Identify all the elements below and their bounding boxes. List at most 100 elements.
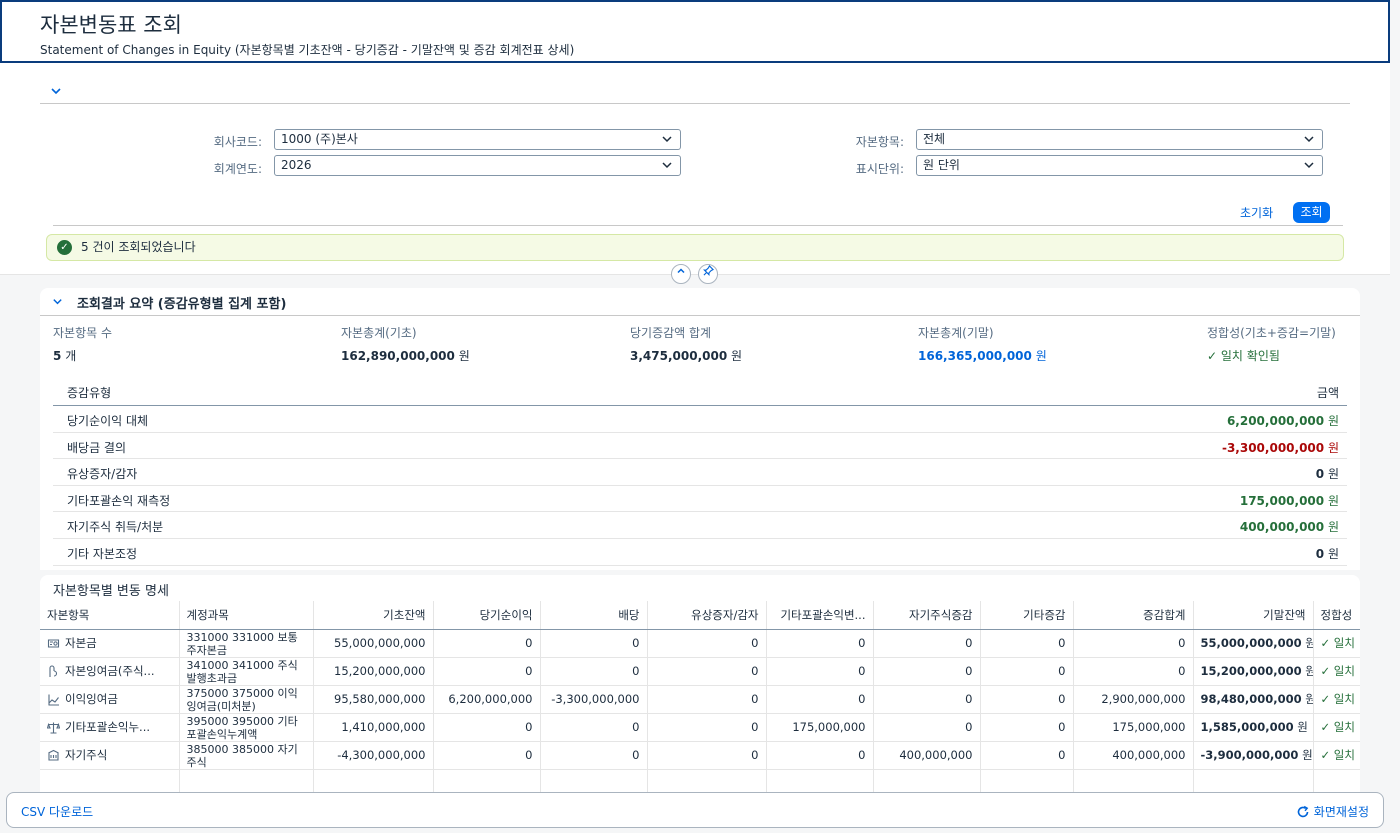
amount-cell-ni: 0: [433, 629, 541, 658]
table-row: 유상증자/감자 0 원: [53, 459, 1347, 486]
equity-item-name: 이익잉여금: [65, 692, 118, 706]
table-header-row: 자본항목 계정과목 기초잔액 당기순이익 배당 유상증자/감자 기타포괄손익변... 자기주식…: [40, 601, 1360, 630]
empty-cell: [40, 769, 180, 793]
amount-cell-other: 0: [980, 657, 1074, 686]
kpi-value: 162,890,000,000: [341, 349, 455, 363]
fiscal-year-value: 2026: [281, 158, 312, 172]
success-message-strip: ✓ 5 건이 조회되었습니다: [46, 234, 1344, 261]
amount-cell-ni: 0: [433, 713, 541, 742]
account-text: 341000 341000 주식 발행초과금: [186, 658, 298, 685]
change-type-name: 기타포괄손익 재측정: [67, 493, 171, 508]
column-header[interactable]: 배당: [540, 601, 648, 630]
column-header-amount: 금액: [1316, 386, 1339, 400]
end-balance-value: -3,900,000,000: [1200, 748, 1299, 762]
amount-cell-treasury: 0: [873, 713, 981, 742]
amount-cell-cap: 0: [647, 713, 767, 742]
column-header[interactable]: 기타증감: [980, 601, 1074, 630]
kpi-unit: 원: [1035, 349, 1047, 363]
amount-cell-oci: 0: [766, 741, 874, 770]
display-unit-label: 표시단위:: [855, 162, 904, 176]
table-row: 기타포괄손익 재측정 175,000,000 원: [53, 486, 1347, 513]
amount-unit: 원: [1327, 520, 1339, 535]
company-code-select[interactable]: 1000 (주)본사: [274, 129, 681, 150]
change-type-amount: 400,000,000: [1239, 520, 1325, 535]
table-row[interactable]: 이익잉여금 375000 375000 이익 잉여금(미처분) 95,580,000…: [40, 685, 1360, 714]
end-balance-cell: -3,900,000,000 원: [1193, 741, 1314, 770]
check-icon: ✓: [1320, 636, 1334, 650]
column-header[interactable]: 기타포괄손익변...: [766, 601, 874, 630]
equity-item-name: 자본금: [65, 636, 97, 650]
column-header[interactable]: 정합성: [1313, 601, 1360, 630]
reset-layout-button[interactable]: 화면재설정: [1296, 803, 1369, 820]
equity-item-name: 기타포괄손익누...: [65, 720, 151, 734]
equity-item-value: 전체: [923, 132, 946, 146]
kpi-label: 자본항목 수: [53, 326, 113, 340]
kpi-value: 5: [53, 349, 62, 363]
detail-panel: 자본항목별 변동 명세 자본항목 계정과목 기초잔액 당기순이익 배당 유상증자/감자 기타…: [40, 575, 1360, 793]
display-unit-select[interactable]: 원 단위: [916, 155, 1323, 176]
column-header[interactable]: 자기주식증감: [873, 601, 981, 630]
kpi-total-begin: 자본총계(기초) 162,890,000,000 원: [341, 324, 470, 364]
account-text: 375000 375000 이익 잉여금(미처분): [186, 686, 298, 713]
table-row[interactable]: 자본잉여금(주식... 341000 341000 주식 발행초과금 15,200,…: [40, 657, 1360, 686]
column-header[interactable]: 당기순이익: [433, 601, 541, 630]
pin-header-button[interactable]: [698, 264, 718, 284]
chevron-down-icon: [662, 162, 672, 169]
table-row[interactable]: 자본금 331000 331000 보통 주자본금 55,000,000,000 0 0…: [40, 629, 1360, 658]
amount-cell-other: 0: [980, 713, 1074, 742]
equity-item-cell: 자본잉여금(주식...: [40, 657, 180, 686]
column-header[interactable]: 기말잔액: [1193, 601, 1314, 630]
column-header[interactable]: 계정과목: [179, 601, 314, 630]
change-type-name: 배당금 결의: [67, 440, 127, 455]
amount-cell-treasury: 0: [873, 629, 981, 658]
equity-item-select[interactable]: 전체: [916, 129, 1323, 150]
amount-cell-other: 0: [980, 741, 1074, 770]
table-row: 배당금 결의 -3,300,000,000 원: [53, 433, 1347, 460]
change-type-name: 당기순이익 대체: [67, 414, 149, 428]
company-code-label: 회사코드:: [213, 135, 262, 149]
consistency-value: 일치: [1333, 692, 1355, 706]
page-title: 자본변동표 조회: [40, 13, 182, 37]
column-header[interactable]: 증감합계: [1073, 601, 1194, 630]
amount-cell-oci: 0: [766, 685, 874, 714]
summary-panel-header[interactable]: 조회결과 요약 (증감유형별 집계 포함): [40, 288, 1360, 316]
amount-unit: 원: [1305, 664, 1312, 678]
amount-cell-total: 2,900,000,000: [1073, 685, 1194, 714]
balance-scale-icon: [47, 722, 60, 734]
amount-cell-other: 0: [980, 685, 1074, 714]
collapse-header-button[interactable]: [671, 264, 691, 284]
divider: [40, 103, 1350, 104]
reset-filters-button[interactable]: 초기화: [1240, 204, 1273, 221]
column-header[interactable]: 자본항목: [40, 601, 180, 630]
end-balance-value: 15,200,000,000: [1200, 664, 1302, 678]
table-row[interactable]: 자기주식 385000 385000 자기 주식 -4,300,000,000 0 0 0…: [40, 741, 1360, 770]
amount-unit: 원: [1327, 546, 1339, 561]
account-text: 331000 331000 보통 주자본금: [186, 630, 298, 657]
empty-row: [40, 769, 1360, 793]
company-code-value: 1000 (주)본사: [281, 132, 358, 146]
consistency-value: 일치: [1333, 636, 1355, 650]
change-type-amount-cell: 6,200,000,000 원: [1227, 412, 1339, 429]
search-button[interactable]: 조회: [1293, 202, 1330, 223]
kpi-unit: 원: [458, 349, 470, 363]
fiscal-year-select[interactable]: 2026: [274, 155, 681, 176]
amount-cell-begin: -4,300,000,000: [313, 741, 434, 770]
empty-cell: [766, 769, 874, 793]
amount-cell-begin: 1,410,000,000: [313, 713, 434, 742]
column-header[interactable]: 기초잔액: [313, 601, 434, 630]
csv-download-button[interactable]: CSV 다운로드: [21, 803, 93, 820]
amount-unit: 원: [1302, 748, 1313, 762]
amount-cell-cap: 0: [647, 741, 767, 770]
end-balance-cell: 55,000,000,000 원: [1193, 629, 1314, 658]
chevron-down-icon[interactable]: [52, 296, 63, 310]
table-row: 당기순이익 대체 6,200,000,000 원: [53, 406, 1347, 433]
equity-item: 기타포괄손익누...: [47, 719, 172, 735]
consistency-value: 일치: [1333, 748, 1355, 762]
account-cell: 385000 385000 자기 주식: [179, 741, 314, 770]
filter-collapse-chevron-icon[interactable]: [48, 83, 64, 99]
account-cell: 331000 331000 보통 주자본금: [179, 629, 314, 658]
consistency-cell: ✓ 일치: [1313, 629, 1360, 658]
column-header[interactable]: 유상증자/감자: [647, 601, 767, 630]
consistency-value: 일치: [1333, 720, 1355, 734]
table-row[interactable]: 기타포괄손익누... 395000 395000 기타 포괄손익누계액 1,410,…: [40, 713, 1360, 742]
